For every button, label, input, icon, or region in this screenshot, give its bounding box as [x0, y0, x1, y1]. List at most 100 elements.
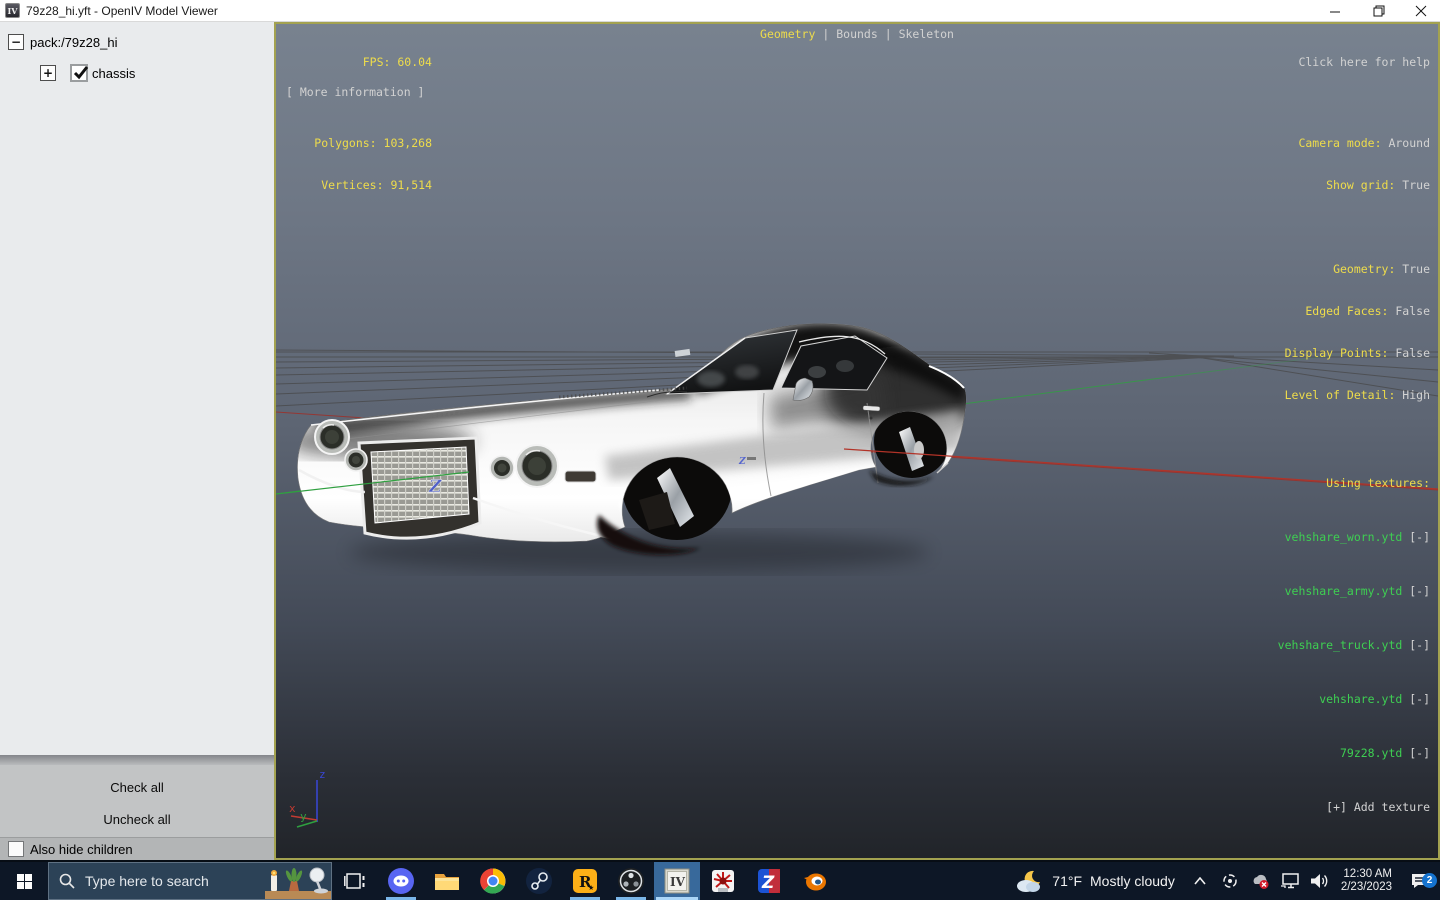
search-icon	[59, 873, 75, 889]
onedrive-tray-button[interactable]	[1248, 867, 1272, 895]
uncheck-all-button[interactable]: Uncheck all	[0, 805, 274, 835]
view-mode-tabs: Geometry | Bounds | Skeleton	[760, 27, 954, 41]
tree-item-chassis-label: chassis	[92, 65, 136, 81]
search-decoration-image	[265, 863, 331, 899]
taskbar-clock[interactable]: 12:30 AM 2/23/2023	[1341, 868, 1392, 894]
weather-condition: Mostly cloudy	[1090, 873, 1175, 889]
expand-icon[interactable]: +	[40, 65, 56, 81]
edged-faces-row: Edged Faces: False	[1305, 304, 1430, 318]
game-bar-icon	[1223, 874, 1237, 888]
vertices-value: Vertices: 91,514	[321, 178, 432, 192]
texture-list: Using textures: vehshare_worn.ytd [-] ve…	[1278, 438, 1430, 852]
volume-tray-button[interactable]	[1308, 867, 1332, 895]
render-stats: FPS: 60.04 Polygons: 103,268 Vertices: 9…	[286, 27, 432, 220]
more-information-link[interactable]: [ More information ]	[286, 85, 424, 99]
remove-texture-button[interactable]: [-]	[1402, 530, 1430, 544]
remove-texture-button[interactable]: [-]	[1402, 584, 1430, 598]
task-view-button[interactable]	[332, 862, 378, 900]
add-texture-button[interactable]: [+] Add texture	[1278, 798, 1430, 816]
svg-text:Z: Z	[761, 873, 775, 893]
texture-row[interactable]: 79z28.ytd [-]	[1278, 744, 1430, 762]
openiv-icon: IV	[664, 868, 690, 894]
geometry-row: Geometry: True	[1333, 262, 1430, 276]
tray-chevron-button[interactable]	[1188, 867, 1212, 895]
obs-icon	[618, 868, 644, 894]
weather-widget[interactable]: 71°F Mostly cloudy	[1014, 868, 1175, 894]
z28-badge: Z	[738, 457, 746, 467]
axis-z-label: z	[319, 768, 326, 781]
windows-taskbar: Type here to search R ★ IV Z 71°F Mostly…	[0, 860, 1440, 900]
texture-row[interactable]: vehshare_truck.ytd [-]	[1278, 636, 1430, 654]
svg-text:Z: Z	[428, 477, 442, 497]
minimize-icon	[1329, 11, 1340, 12]
svg-text:★: ★	[588, 884, 594, 892]
also-hide-children-row[interactable]: Also hide children	[0, 837, 274, 860]
windows-start-icon	[16, 873, 32, 889]
obs-button[interactable]	[608, 862, 654, 900]
rockstar-icon: R ★	[572, 868, 598, 894]
notification-badge: 2	[1422, 873, 1437, 888]
chevron-up-icon	[1194, 877, 1206, 885]
chassis-checkbox[interactable]	[70, 64, 89, 82]
paint-splatter-button[interactable]	[700, 862, 746, 900]
restore-button[interactable]	[1362, 0, 1396, 22]
weather-icon	[1017, 870, 1041, 892]
also-hide-children-checkbox[interactable]	[8, 841, 24, 857]
network-tray-button[interactable]	[1278, 867, 1302, 895]
blender-icon	[802, 868, 828, 894]
file-explorer-button[interactable]	[424, 862, 470, 900]
tab-geometry[interactable]: Geometry	[760, 27, 815, 41]
zmodeler-button[interactable]: Z	[746, 862, 792, 900]
display-points-row: Display Points: False	[1284, 346, 1430, 360]
start-button[interactable]	[0, 862, 48, 900]
openiv-logo-icon: IV	[5, 3, 20, 18]
tree-item-pack[interactable]: − pack:/79z28_hi	[8, 31, 117, 53]
close-icon	[1415, 5, 1427, 17]
texture-list-header: Using textures:	[1326, 476, 1430, 490]
check-all-button[interactable]: Check all	[0, 773, 274, 803]
remove-texture-button[interactable]: [-]	[1402, 638, 1430, 652]
axis-y-label: y	[300, 810, 307, 823]
blender-button[interactable]	[792, 862, 838, 900]
help-link[interactable]: Click here for help	[1285, 55, 1430, 69]
tree-item-pack-label: pack:/79z28_hi	[30, 34, 118, 50]
collapse-icon[interactable]: −	[8, 34, 24, 50]
close-button[interactable]	[1404, 0, 1438, 22]
fps-value: FPS: 60.04	[362, 55, 432, 69]
restore-icon	[1373, 5, 1385, 17]
taskbar-app-buttons: R ★ IV Z	[332, 862, 838, 900]
openiv-button[interactable]: IV	[654, 862, 700, 900]
texture-row[interactable]: vehshare_worn.ytd [-]	[1278, 528, 1430, 546]
also-hide-children-label: Also hide children	[30, 841, 133, 857]
rockstar-button[interactable]: R ★	[562, 862, 608, 900]
tab-skeleton[interactable]: Skeleton	[899, 27, 954, 41]
model-viewport[interactable]: Z Z z x y FPS: 60.04 Polygons: 103,268 V…	[274, 22, 1440, 860]
clock-date: 2/23/2023	[1340, 881, 1392, 893]
openiv-window: IV 79z28_hi.yft - OpenIV Model Viewer − …	[0, 0, 1440, 900]
texture-row[interactable]: vehshare.ytd [-]	[1278, 690, 1430, 708]
steam-button[interactable]	[516, 862, 562, 900]
check-icon	[73, 66, 89, 80]
tab-bounds[interactable]: Bounds	[836, 27, 878, 41]
window-title: 79z28_hi.yft - OpenIV Model Viewer	[26, 4, 218, 18]
model-tree-panel: − pack:/79z28_hi + chassis Check all Unc…	[0, 22, 274, 860]
taskbar-search[interactable]: Type here to search	[48, 862, 332, 900]
tree-item-chassis[interactable]: + chassis	[40, 62, 135, 84]
level-of-detail-row: Level of Detail: High	[1284, 388, 1430, 402]
remove-texture-button[interactable]: [-]	[1402, 746, 1430, 760]
minimize-button[interactable]	[1318, 0, 1352, 22]
network-icon	[1280, 873, 1299, 889]
viewer-settings: Click here for help Camera mode: Around …	[1285, 27, 1430, 430]
door-handle	[862, 405, 881, 412]
remove-texture-button[interactable]: [-]	[1402, 692, 1430, 706]
game-bar-tray-button[interactable]	[1218, 867, 1242, 895]
system-tray: 71°F Mostly cloudy 12:30 AM 2/23/2023 2	[1014, 862, 1440, 900]
chrome-button[interactable]	[470, 862, 516, 900]
discord-button[interactable]	[378, 862, 424, 900]
cloud-error-icon	[1253, 874, 1269, 889]
axis-x-label: x	[289, 802, 296, 815]
action-center-button[interactable]: 2	[1400, 872, 1440, 890]
texture-row[interactable]: vehshare_army.ytd [-]	[1278, 582, 1430, 600]
svg-text:IV: IV	[670, 875, 686, 889]
polygons-value: Polygons: 103,268	[314, 136, 432, 150]
